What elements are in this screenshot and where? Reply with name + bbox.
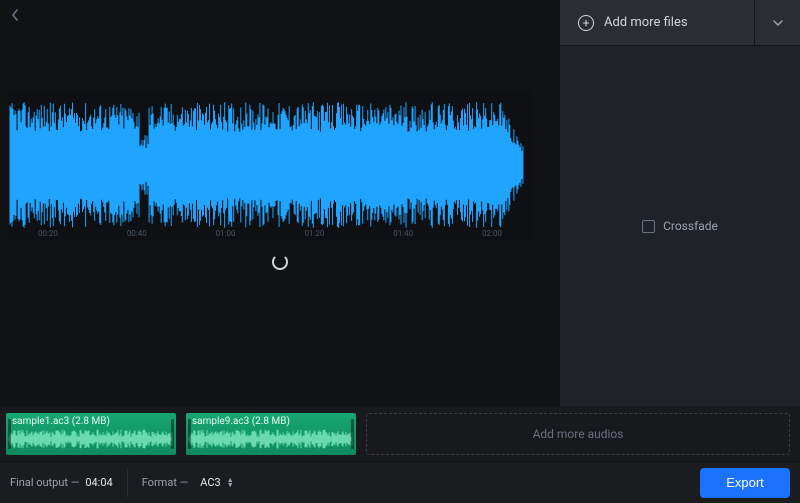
side-panel-body: Crossfade (560, 46, 800, 406)
back-button[interactable] (6, 6, 24, 24)
main-waveform[interactable]: 00:20 00:40 01:00 01:20 01:40 02:00 (8, 90, 532, 240)
footer-bar: Final output — 04:04 Format — AC3 ▲▼ Exp… (0, 461, 800, 503)
clip-trim-handle-left[interactable] (188, 419, 191, 449)
time-tick: 01:00 (216, 229, 236, 238)
time-tick: 00:40 (127, 229, 147, 238)
time-tick: 00:20 (38, 229, 58, 238)
clip-trim-handle-left[interactable] (8, 419, 11, 449)
checkbox-icon (642, 220, 655, 233)
audio-clip[interactable]: sample1.ac3 (2.8 MB) (6, 413, 176, 455)
format-label: Format — (142, 476, 189, 489)
clip-trim-handle-right[interactable] (171, 419, 174, 449)
format-select[interactable]: AC3 ▲▼ (194, 476, 233, 489)
chevron-down-icon (772, 19, 784, 27)
clip-label: sample9.ac3 (2.8 MB) (192, 416, 290, 427)
main-area: 00:20 00:40 01:00 01:20 01:40 02:00 + Ad… (0, 0, 800, 406)
add-more-files-label: Add more files (604, 15, 688, 30)
dropzone-label: Add more audios (533, 427, 624, 441)
spinner-icon (272, 254, 288, 270)
format-value: AC3 (200, 476, 220, 489)
chevron-left-icon (10, 8, 20, 22)
audio-clip[interactable]: sample9.ac3 (2.8 MB) (186, 413, 356, 455)
crossfade-toggle[interactable]: Crossfade (642, 219, 718, 233)
clip-label: sample1.ac3 (2.8 MB) (12, 416, 110, 427)
stepper-icon: ▲▼ (227, 478, 234, 488)
final-output-label: Final output — (10, 476, 79, 489)
time-tick: 01:40 (393, 229, 413, 238)
waveform-graphic (8, 90, 532, 240)
crossfade-label: Crossfade (663, 219, 718, 233)
divider (127, 469, 128, 497)
clip-trim-handle-right[interactable] (351, 419, 354, 449)
add-more-files-button[interactable]: + Add more files (560, 0, 754, 45)
editor-panel: 00:20 00:40 01:00 01:20 01:40 02:00 (0, 0, 560, 406)
timeline-tracks: sample1.ac3 (2.8 MB) sample9.ac3 (2.8 MB… (0, 406, 800, 461)
side-panel: + Add more files Crossfade (560, 0, 800, 406)
time-ruler: 00:20 00:40 01:00 01:20 01:40 02:00 (8, 229, 532, 238)
side-panel-header: + Add more files (560, 0, 800, 46)
final-output-duration: 04:04 (85, 476, 112, 489)
plus-circle-icon: + (578, 15, 594, 31)
app-root: 00:20 00:40 01:00 01:20 01:40 02:00 + Ad… (0, 0, 800, 503)
add-more-audios-dropzone[interactable]: Add more audios (366, 413, 790, 455)
panel-collapse-toggle[interactable] (754, 0, 800, 45)
export-button[interactable]: Export (700, 468, 790, 498)
time-tick: 01:20 (304, 229, 324, 238)
time-tick: 02:00 (482, 229, 502, 238)
loading-indicator (0, 240, 560, 270)
